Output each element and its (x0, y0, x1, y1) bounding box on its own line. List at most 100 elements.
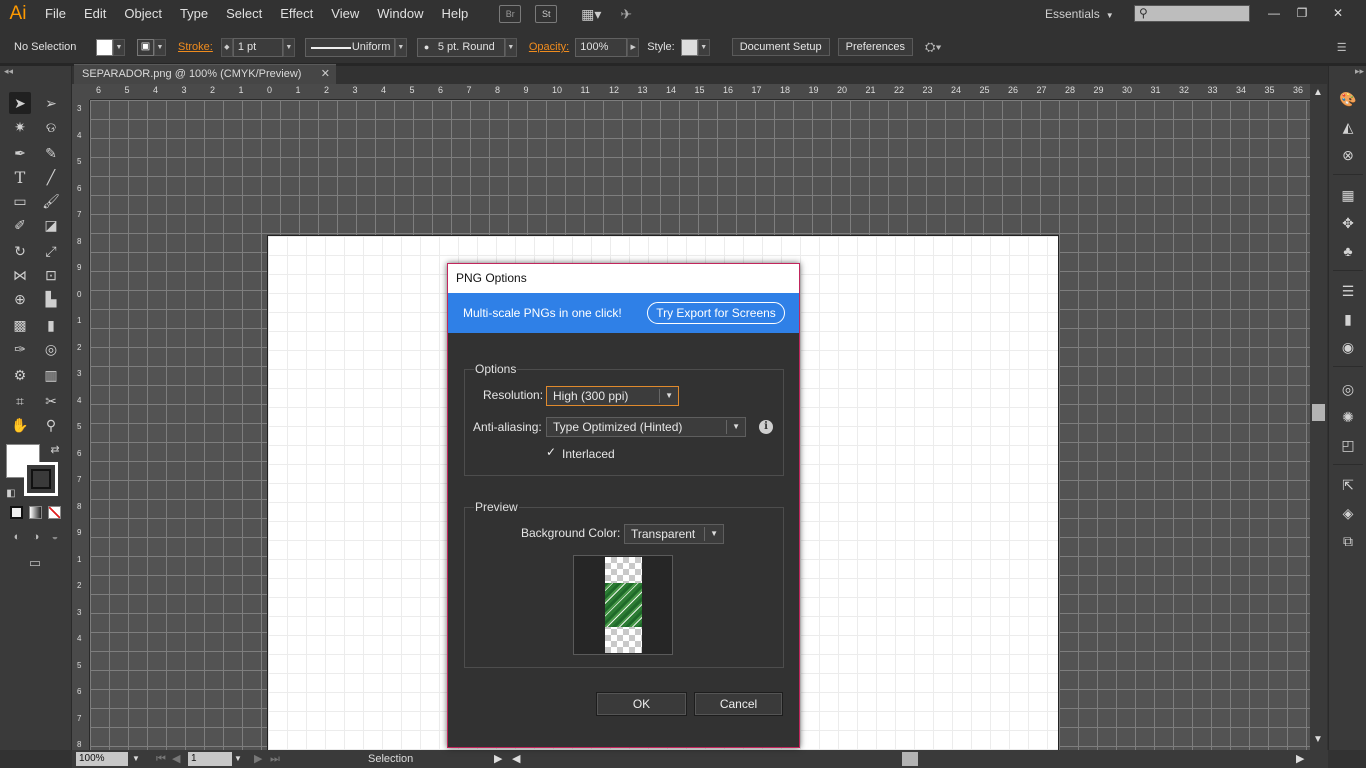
transparency-icon[interactable]: ◉ (1337, 336, 1359, 358)
previous-artboard-icon[interactable]: ◀ (172, 752, 180, 766)
style-swatch[interactable] (680, 38, 698, 56)
bridge-icon[interactable]: Br (499, 5, 522, 23)
rectangle-tool-icon[interactable]: ▭ (9, 190, 31, 212)
scroll-right-icon[interactable]: ▶ (1296, 752, 1304, 766)
artboards-icon[interactable]: ⧉ (1337, 530, 1359, 552)
export-icon[interactable]: ⇱ (1337, 474, 1359, 496)
minimize-icon[interactable]: — (1262, 3, 1286, 23)
free-transform-tool-icon[interactable]: ⊡ (40, 264, 62, 286)
appearance-icon[interactable]: ◎ (1337, 378, 1359, 400)
paintbrush-tool-icon[interactable]: 🖌 (40, 190, 62, 212)
slice-tool-icon[interactable]: ✂ (40, 390, 62, 412)
magic-wand-tool-icon[interactable]: ✷ (9, 116, 31, 138)
zoom-dropdown-icon[interactable]: ▼ (132, 752, 140, 766)
menu-type[interactable]: Type (171, 0, 217, 28)
search-input[interactable]: ⚲ (1134, 5, 1250, 22)
stroke-color-swatch[interactable] (24, 462, 58, 496)
draw-inside-icon[interactable]: ◒ (44, 526, 66, 548)
fill-dropdown[interactable]: ▼ (113, 38, 125, 56)
close-tab-icon[interactable]: ✕ (321, 65, 330, 84)
stock-icon[interactable]: St (535, 5, 558, 23)
menu-select[interactable]: Select (217, 0, 271, 28)
first-artboard-icon[interactable]: ⏮ (156, 752, 166, 766)
stroke-weight-dropdown[interactable]: ▼ (282, 37, 295, 57)
expand-panels-icon[interactable]: ▸▸ (1355, 66, 1364, 77)
stroke-panel-icon[interactable]: ☰ (1337, 280, 1359, 302)
curvature-tool-icon[interactable]: ✎ (40, 142, 62, 164)
next-artboard-icon[interactable]: ▶ (254, 752, 262, 766)
shape-builder-tool-icon[interactable]: ⊕ (9, 288, 31, 310)
preferences-button[interactable]: Preferences (837, 38, 913, 56)
fill-swatch[interactable] (96, 38, 113, 56)
opacity-slider-arrow[interactable]: ▶ (627, 37, 640, 57)
stroke-weight-field[interactable]: 1 pt (232, 37, 283, 57)
interlaced-label[interactable]: Interlaced (562, 447, 615, 461)
brush-definition[interactable]: ● 5 pt. Round (416, 37, 505, 57)
type-tool-icon[interactable]: T (9, 166, 31, 188)
stroke-swatch-dropdown[interactable]: ▼ (154, 38, 166, 56)
stroke-label[interactable]: Stroke: (178, 41, 213, 53)
collapse-panel-icon[interactable]: ◂◂ (4, 66, 13, 77)
arrange-documents-icon[interactable]: ▦▾ (577, 5, 605, 23)
gradient-tool-icon[interactable]: ▮ (40, 314, 62, 336)
screen-mode-icon[interactable]: ▭ (24, 552, 46, 574)
close-icon[interactable]: ✕ (1326, 3, 1350, 23)
cc-libraries-icon[interactable]: ⊗ (1337, 144, 1359, 166)
scale-tool-icon[interactable]: ⤢ (40, 240, 62, 262)
vertical-scrollbar[interactable]: ▲ ▼ (1310, 84, 1327, 750)
graphic-styles-icon[interactable]: ✺ (1337, 406, 1359, 428)
panel-menu-icon[interactable]: ☰ (1337, 41, 1347, 54)
artboard-number-field[interactable]: 1 (188, 752, 232, 766)
info-icon[interactable]: i (759, 420, 773, 434)
symbol-sprayer-tool-icon[interactable]: ⚙ (9, 364, 31, 386)
hand-tool-icon[interactable]: ✋ (9, 414, 31, 436)
perspective-grid-tool-icon[interactable]: ▙ (40, 288, 62, 310)
background-color-select[interactable]: Transparent ▼ (624, 524, 724, 544)
color-guide-icon[interactable]: ◭ (1337, 116, 1359, 138)
lasso-tool-icon[interactable]: ଡ (40, 116, 62, 138)
swatches-icon[interactable]: ▦ (1337, 184, 1359, 206)
layers-icon[interactable]: ◈ (1337, 502, 1359, 524)
status-menu-icon[interactable]: ▶ (494, 752, 502, 766)
menu-file[interactable]: File (36, 0, 75, 28)
scroll-left-icon[interactable]: ◀ (512, 752, 520, 766)
workspace-switcher[interactable]: Essentials ▼ (1045, 0, 1114, 28)
opacity-field[interactable]: 100% (575, 37, 628, 57)
swap-colors-icon[interactable]: ⇄ (44, 438, 66, 460)
image-trace-icon[interactable]: ◰ (1337, 434, 1359, 456)
vertical-scroll-thumb[interactable] (1312, 404, 1325, 421)
selection-tool-icon[interactable]: ➤ (9, 92, 31, 114)
color-panel-icon[interactable]: 🎨 (1337, 88, 1359, 110)
shaper-tool-icon[interactable]: ✐ (9, 214, 31, 236)
default-colors-icon[interactable]: ◧ (0, 482, 22, 504)
blend-tool-icon[interactable]: ◎ (40, 338, 62, 360)
zoom-tool-icon[interactable]: ⚲ (40, 414, 62, 436)
arrange-icon[interactable]: ⛭▾ (925, 39, 942, 55)
symbols-icon[interactable]: ♣ (1337, 240, 1359, 262)
profile-dropdown[interactable]: ▼ (394, 37, 407, 57)
mesh-tool-icon[interactable]: ▩ (9, 314, 31, 336)
resolution-select[interactable]: High (300 ppi) ▼ (546, 386, 679, 406)
opacity-label[interactable]: Opacity: (529, 41, 569, 53)
brushes-icon[interactable]: ✥ (1337, 212, 1359, 234)
gradient-panel-icon[interactable]: ▮ (1337, 308, 1359, 330)
anti-aliasing-select[interactable]: Type Optimized (Hinted) ▼ (546, 417, 746, 437)
gpu-performance-icon[interactable]: ✈ (615, 5, 637, 23)
eyedropper-tool-icon[interactable]: ✑ (9, 338, 31, 360)
artboard-tool-icon[interactable]: ⌗ (9, 390, 31, 412)
variable-width-profile[interactable]: Uniform (304, 37, 395, 57)
none-mode-icon[interactable] (48, 506, 61, 519)
direct-selection-tool-icon[interactable]: ➢ (40, 92, 62, 114)
menu-effect[interactable]: Effect (271, 0, 322, 28)
pen-tool-icon[interactable]: ✒ (9, 142, 31, 164)
eraser-tool-icon[interactable]: ◪ (40, 214, 62, 236)
brush-dropdown[interactable]: ▼ (504, 37, 517, 57)
cancel-button[interactable]: Cancel (694, 692, 783, 716)
zoom-field[interactable]: 100% (76, 752, 128, 766)
last-artboard-icon[interactable]: ⏭ (270, 752, 280, 766)
menu-object[interactable]: Object (115, 0, 171, 28)
stroke-swatch-icon[interactable]: ▣ (137, 38, 154, 56)
graph-tool-icon[interactable]: ▥ (40, 364, 62, 386)
menu-edit[interactable]: Edit (75, 0, 115, 28)
menu-view[interactable]: View (322, 0, 368, 28)
